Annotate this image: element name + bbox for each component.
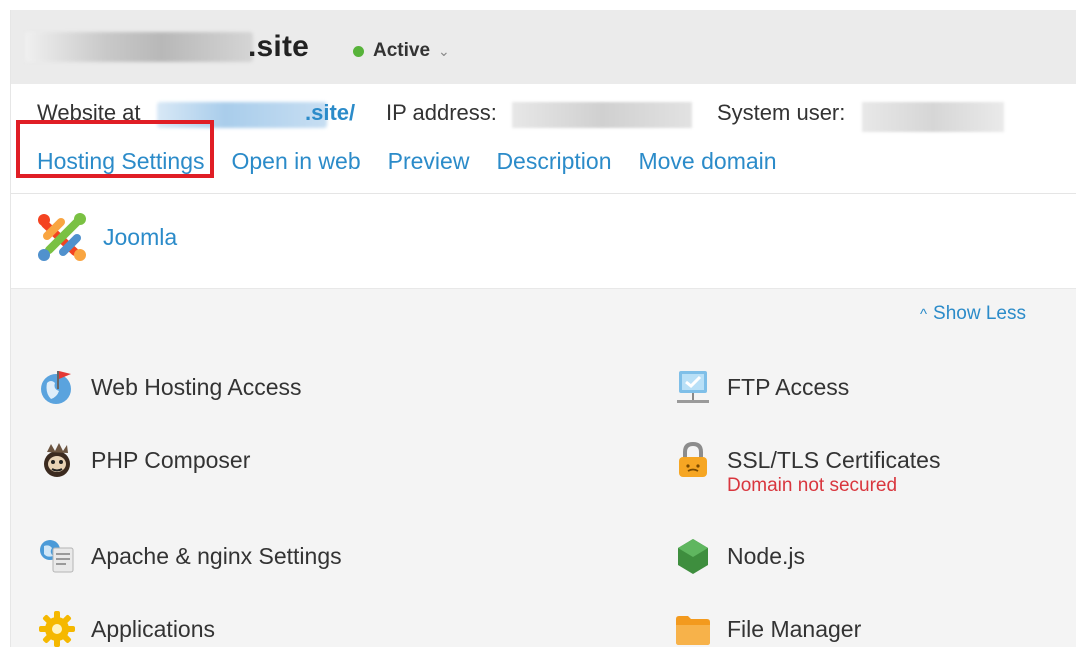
status-dropdown[interactable]: Active ⌄: [353, 40, 450, 62]
chevron-up-icon: ^: [920, 306, 928, 323]
tool-label: Apache & nginx Settings: [91, 543, 342, 569]
redacted-ip-address: [512, 102, 692, 128]
show-less-label: Show Less: [933, 303, 1026, 324]
description-link[interactable]: Description: [496, 148, 611, 175]
php-composer-icon: [44, 443, 70, 477]
tool-label: FTP Access: [727, 374, 850, 400]
status-label: Active: [373, 40, 431, 61]
preview-link[interactable]: Preview: [388, 148, 470, 175]
hosting-settings-highlight-box: [16, 120, 214, 178]
tool-applications[interactable]: Applications: [37, 609, 215, 647]
tools-section: ^ Show Less Web Hosting Access FTP Access: [11, 288, 1076, 647]
redacted-system-user: [862, 102, 1004, 132]
folder-icon: [676, 616, 710, 645]
tool-label: File Manager: [727, 616, 862, 642]
nodejs-icon: [678, 539, 708, 574]
tool-label: Node.js: [727, 543, 805, 569]
tool-nodejs[interactable]: Node.js: [673, 536, 805, 576]
active-status-dot-icon: [353, 45, 364, 57]
app-name: Joomla: [103, 223, 178, 250]
tool-label: SSL/TLS Certificates: [727, 447, 941, 473]
tool-web-hosting-access[interactable]: Web Hosting Access: [37, 367, 302, 407]
ssl-warning-text[interactable]: Domain not secured: [727, 476, 940, 496]
system-user-label: System user:: [717, 100, 846, 125]
apache-nginx-icon: [40, 540, 74, 573]
chevron-down-icon: ⌄: [438, 42, 450, 59]
tool-label-group: SSL/TLS Certificates Domain not secured: [727, 440, 940, 496]
ssl-lock-icon: [679, 441, 707, 477]
show-less-toggle[interactable]: ^ Show Less: [920, 303, 1026, 325]
tool-file-manager[interactable]: File Manager: [673, 609, 861, 647]
installed-app-joomla[interactable]: Joomla: [35, 210, 177, 264]
domain-panel: .site Active ⌄ Website at .site/ IP addr…: [10, 10, 1076, 647]
move-domain-link[interactable]: Move domain: [638, 148, 776, 175]
website-url-link[interactable]: .site/: [305, 100, 355, 126]
tool-php-composer[interactable]: PHP Composer: [37, 440, 250, 480]
tool-label: Web Hosting Access: [91, 374, 302, 400]
tool-label: PHP Composer: [91, 447, 251, 473]
joomla-icon: [38, 213, 86, 261]
open-in-web-link[interactable]: Open in web: [231, 148, 360, 175]
tool-label: Applications: [91, 616, 216, 642]
domain-name-suffix: .site: [248, 30, 310, 63]
ftp-access-icon: [677, 371, 709, 403]
web-hosting-access-icon: [41, 371, 71, 404]
redacted-domain-name: [25, 32, 253, 62]
tool-ssl-tls-certificates[interactable]: SSL/TLS Certificates Domain not secured: [673, 440, 940, 496]
applications-gear-icon: [39, 611, 75, 647]
ip-address-label: IP address:: [386, 100, 497, 125]
tool-ftp-access[interactable]: FTP Access: [673, 367, 849, 407]
tool-apache-nginx-settings[interactable]: Apache & nginx Settings: [37, 536, 342, 576]
domain-header: .site Active ⌄: [11, 10, 1076, 84]
